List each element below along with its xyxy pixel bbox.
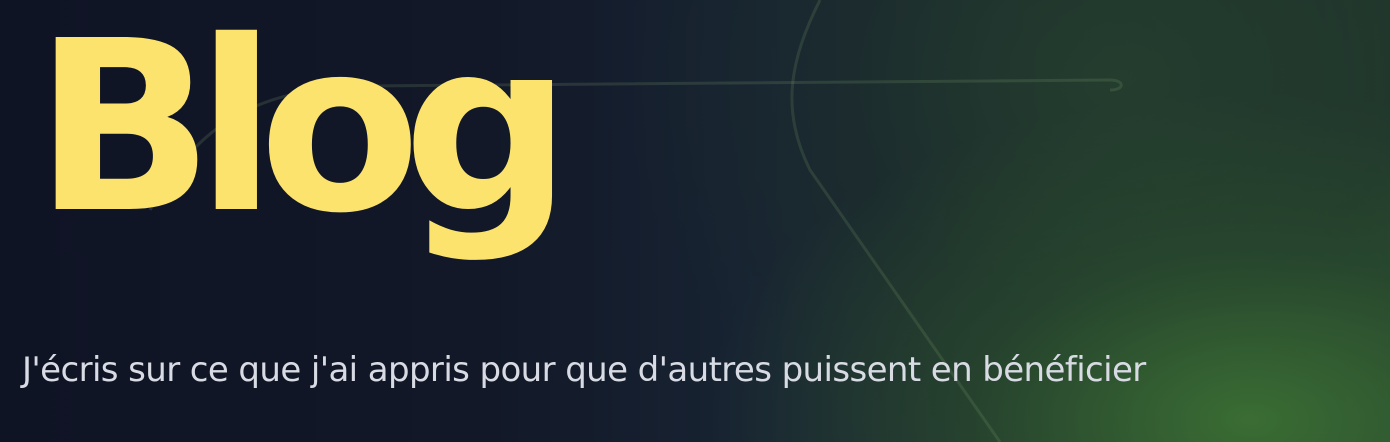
page-title: Blog [34, 0, 572, 265]
blog-hero: Blog J'écris sur ce que j'ai appris pour… [0, 0, 1390, 442]
page-subtitle: J'écris sur ce que j'ai appris pour que … [22, 350, 1146, 390]
